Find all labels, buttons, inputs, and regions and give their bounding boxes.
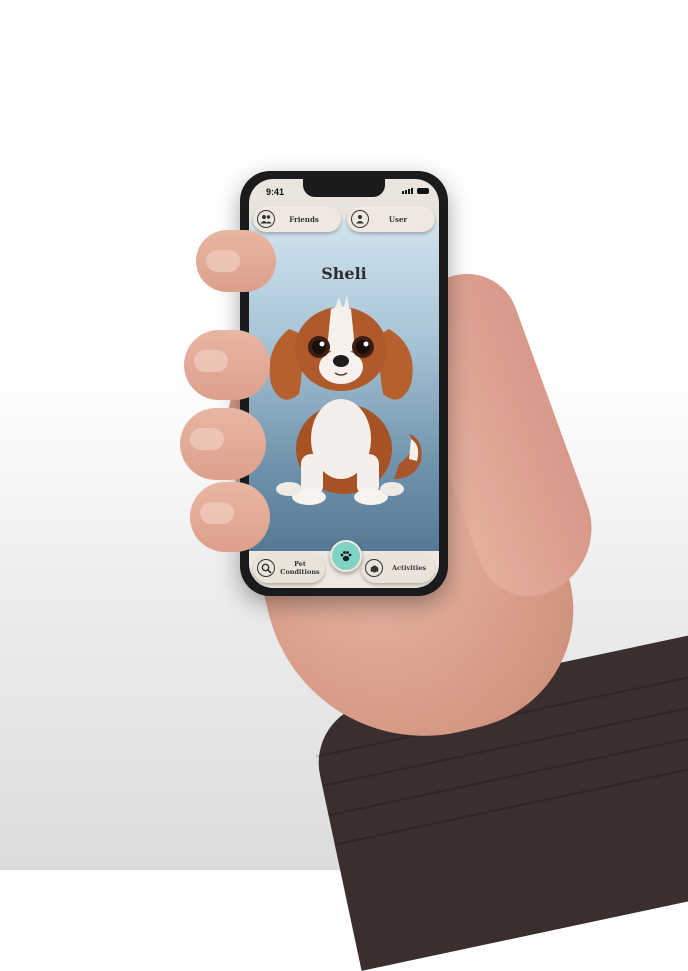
- activities-label: Activities: [392, 563, 426, 572]
- battery-icon: [417, 188, 429, 194]
- paw-icon: [340, 551, 352, 562]
- status-time: 9:41: [266, 187, 285, 197]
- dog-icon: [365, 559, 383, 577]
- status-icons: [402, 188, 429, 194]
- app-screen: 9:41 Friends User Sheli Pet Conditions A…: [249, 179, 439, 588]
- friends-label: Friends: [289, 214, 319, 224]
- user-label: User: [388, 214, 408, 224]
- pet-conditions-label-line2: Conditions: [280, 568, 320, 576]
- phone: 9:41 Friends User Sheli Pet Conditions A…: [240, 171, 448, 596]
- pet-conditions-label-line1: Pet: [294, 559, 306, 568]
- pet-conditions-button[interactable]: Pet Conditions: [253, 553, 325, 583]
- user-button[interactable]: User: [347, 206, 435, 232]
- home-paw-button[interactable]: [330, 540, 362, 572]
- notch: [303, 179, 385, 197]
- finger: [184, 330, 270, 400]
- activities-button[interactable]: Activities: [361, 553, 435, 583]
- pet-illustration: [269, 295, 422, 505]
- signal-icon: [402, 188, 413, 194]
- top-navigation: Friends User: [249, 206, 439, 234]
- pet-name: Sheli: [321, 264, 367, 283]
- friends-icon: [257, 210, 275, 228]
- pet-conditions-label: Pet Conditions: [279, 560, 321, 576]
- friends-button[interactable]: Friends: [253, 206, 341, 232]
- finger: [196, 230, 276, 292]
- finger: [180, 408, 266, 480]
- finger: [190, 482, 270, 552]
- user-icon: [351, 210, 369, 228]
- search-pet-icon: [257, 559, 275, 577]
